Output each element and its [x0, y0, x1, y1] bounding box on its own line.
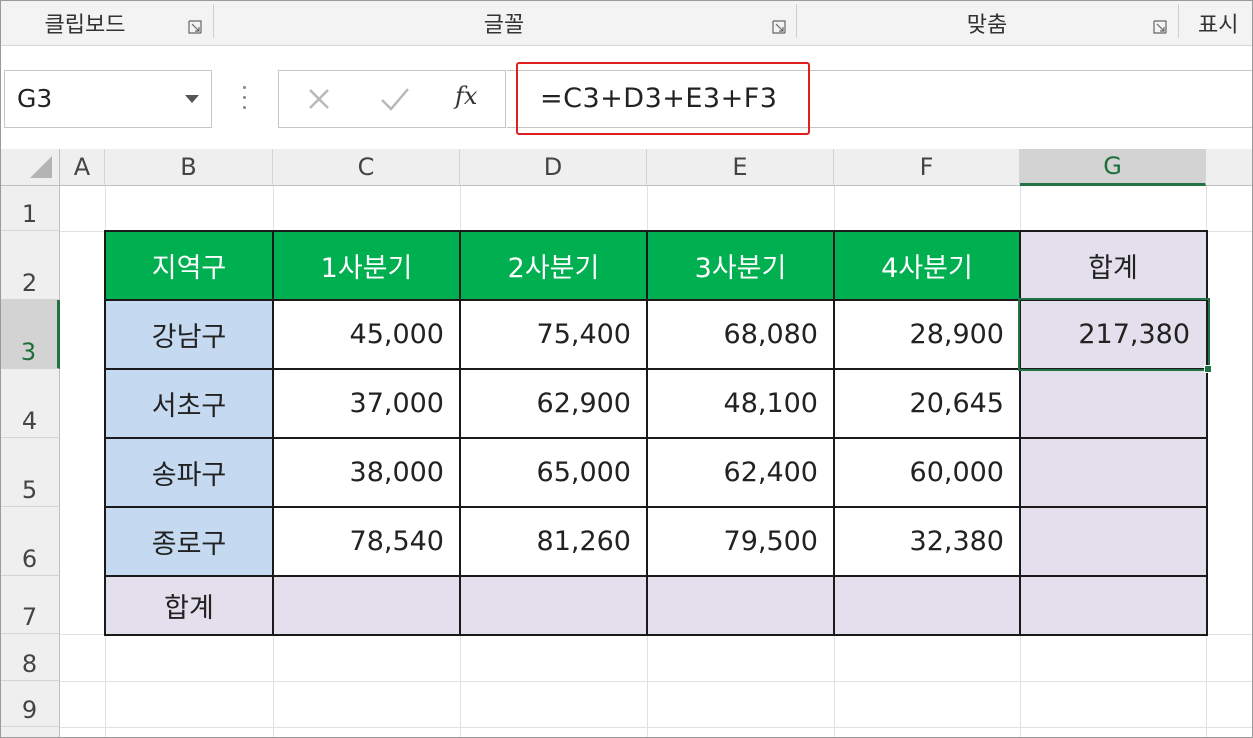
ribbon-group-label: 맞춤	[966, 13, 1008, 38]
row-header-6[interactable]: 6	[0, 507, 60, 576]
cell-total-label[interactable]: 합계	[105, 576, 273, 634]
cell-q2[interactable]: 65,000	[460, 438, 647, 507]
cell-district[interactable]: 송파구	[105, 438, 273, 507]
formula-highlight-box	[516, 62, 810, 135]
cell-q3[interactable]: 62,400	[647, 438, 834, 507]
row-header-10[interactable]	[0, 727, 60, 738]
select-all-triangle-icon[interactable]	[30, 156, 52, 178]
row-header-9[interactable]: 9	[0, 681, 60, 727]
dialog-launcher-icon[interactable]	[772, 20, 786, 34]
cell-total[interactable]	[273, 576, 460, 634]
ribbon-group-alignment[interactable]: 맞춤	[797, 0, 1177, 46]
row-header-5[interactable]: 5	[0, 438, 60, 507]
cancel-x-icon[interactable]	[305, 84, 333, 114]
ribbon-group-label: 클립보드	[44, 13, 126, 38]
table-border	[104, 506, 1208, 508]
table-header-total[interactable]: 합계	[1020, 231, 1206, 300]
row-header-4[interactable]: 4	[0, 369, 60, 438]
row-header-8[interactable]: 8	[0, 634, 60, 681]
cell-q2[interactable]: 75,400	[460, 300, 647, 369]
table-header-q3[interactable]: 3사분기	[647, 231, 834, 300]
cell-district[interactable]: 종로구	[105, 507, 273, 576]
ribbon-group-label: 글꼴	[483, 13, 525, 38]
ribbon-group-label: 표시	[1198, 13, 1239, 38]
column-header-a[interactable]: A	[60, 149, 105, 186]
table-header-q1[interactable]: 1사분기	[273, 231, 460, 300]
cell-total[interactable]	[1020, 438, 1206, 507]
cell-district[interactable]: 서초구	[105, 369, 273, 438]
row-header-1[interactable]: 1	[0, 186, 60, 231]
ribbon-group-font[interactable]: 글꼴	[214, 0, 794, 46]
cell-q3[interactable]: 68,080	[647, 300, 834, 369]
table-header-q2[interactable]: 2사분기	[460, 231, 647, 300]
column-header-f[interactable]: F	[834, 149, 1020, 186]
ribbon: 클립보드 글꼴 맞춤 표시	[0, 0, 1253, 46]
drag-handle-icon[interactable]	[243, 84, 247, 112]
chevron-down-icon[interactable]	[185, 95, 199, 103]
cell-q1[interactable]: 38,000	[273, 438, 460, 507]
active-cell-selection[interactable]	[1018, 298, 1210, 371]
cell-district[interactable]: 강남구	[105, 300, 273, 369]
table-border	[104, 575, 1208, 577]
cell-total[interactable]	[1020, 507, 1206, 576]
cell-q1[interactable]: 78,540	[273, 507, 460, 576]
cell-total[interactable]	[834, 576, 1020, 634]
table-header-district[interactable]: 지역구	[105, 231, 273, 300]
table-header-q4[interactable]: 4사분기	[834, 231, 1020, 300]
cell-total[interactable]	[1020, 576, 1206, 634]
ribbon-separator	[1178, 4, 1179, 38]
cell-q4[interactable]: 60,000	[834, 438, 1020, 507]
column-header-b[interactable]: B	[105, 149, 273, 186]
row-header-2[interactable]: 2	[0, 231, 60, 300]
row-header-7[interactable]: 7	[0, 576, 60, 634]
ribbon-group-number[interactable]: 표시	[1198, 0, 1253, 46]
gridline	[60, 681, 1253, 682]
gridline	[60, 727, 1253, 728]
cell-q4[interactable]: 32,380	[834, 507, 1020, 576]
cell-total[interactable]	[1020, 369, 1206, 438]
name-box-value: G3	[17, 84, 53, 113]
gridline	[1206, 186, 1207, 738]
cell-total[interactable]	[460, 576, 647, 634]
cell-q3[interactable]: 79,500	[647, 507, 834, 576]
column-header-g[interactable]: G	[1020, 149, 1206, 186]
name-box[interactable]: G3	[4, 70, 212, 128]
column-header-c[interactable]: C	[273, 149, 460, 186]
insert-function-icon[interactable]: fx	[455, 82, 477, 110]
cell-q4[interactable]: 20,645	[834, 369, 1020, 438]
cell-q2[interactable]: 62,900	[460, 369, 647, 438]
dialog-launcher-icon[interactable]	[188, 20, 202, 34]
column-header-h[interactable]	[1206, 149, 1253, 186]
column-header-e[interactable]: E	[647, 149, 834, 186]
cell-q3[interactable]: 48,100	[647, 369, 834, 438]
column-header-d[interactable]: D	[460, 149, 647, 186]
fill-handle[interactable]	[1204, 365, 1212, 373]
cell-q4[interactable]: 28,900	[834, 300, 1020, 369]
checkmark-icon[interactable]	[378, 84, 412, 114]
gridline	[60, 634, 1253, 635]
cell-q1[interactable]: 45,000	[273, 300, 460, 369]
cell-total[interactable]	[647, 576, 834, 634]
table-border	[104, 437, 1208, 439]
ribbon-group-clipboard[interactable]: 클립보드	[0, 0, 210, 46]
row-header-3[interactable]: 3	[0, 300, 60, 369]
cell-q1[interactable]: 37,000	[273, 369, 460, 438]
dialog-launcher-icon[interactable]	[1153, 20, 1167, 34]
cell-q2[interactable]: 81,260	[460, 507, 647, 576]
